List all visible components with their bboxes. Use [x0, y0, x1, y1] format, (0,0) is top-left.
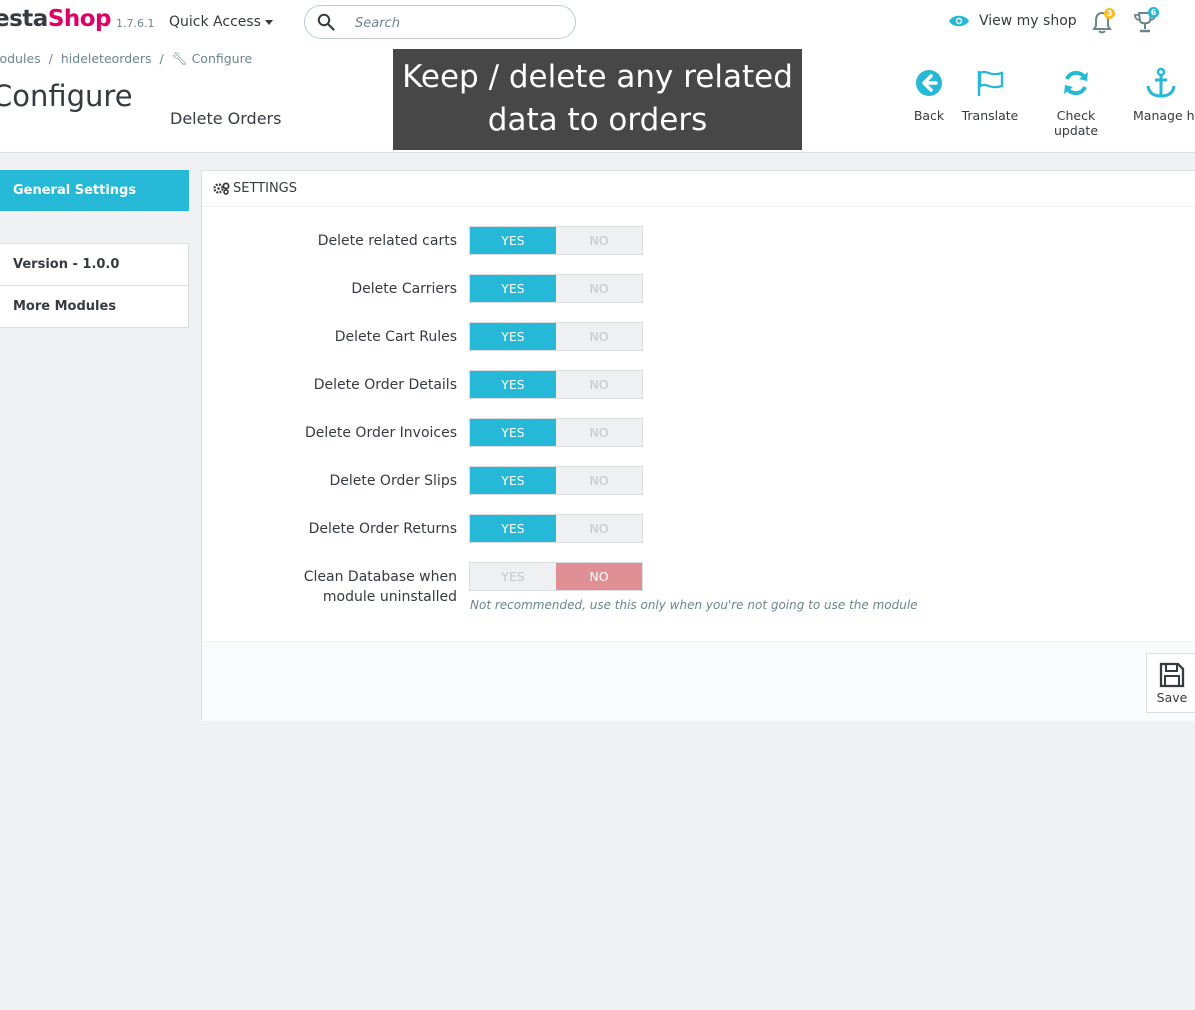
switch-yes[interactable]: YES	[470, 275, 556, 302]
setting-delete-related-carts: Delete related carts YES NO	[202, 226, 1195, 256]
save-button[interactable]: Save	[1146, 653, 1195, 713]
setting-delete-order-slips: Delete Order Slips YES NO	[202, 466, 1195, 496]
settings-panel: SETTINGS Delete related carts YES NO Dele…	[201, 170, 1195, 721]
search-box[interactable]	[304, 5, 576, 39]
switch-no[interactable]: NO	[556, 323, 642, 350]
flag-icon	[977, 70, 1004, 96]
wrench-icon: 🔧︎	[171, 51, 188, 66]
gears-icon	[213, 182, 230, 195]
switch-no[interactable]: NO	[556, 467, 642, 494]
caption-overlay: Keep / delete any related data to orders	[393, 49, 802, 150]
caret-down-icon	[264, 19, 273, 25]
breadcrumb: lodules / hideleteorders / 🔧︎ Configure	[0, 51, 252, 67]
switch-no[interactable]: NO	[556, 227, 642, 254]
switch-yes[interactable]: YES	[470, 419, 556, 446]
setting-delete-order-details: Delete Order Details YES NO	[202, 370, 1195, 400]
sidebar-item-more-modules[interactable]: More Modules	[0, 285, 188, 327]
help-text: Not recommended, use this only when you'…	[470, 598, 918, 612]
check-update-button[interactable]: Check update	[1033, 66, 1119, 138]
arrow-left-circle-icon	[916, 70, 942, 96]
breadcrumb-modules[interactable]: lodules	[0, 51, 41, 66]
sidebar-item-general-settings[interactable]: General Settings	[0, 170, 189, 211]
switch-no[interactable]: NO	[556, 563, 642, 590]
back-button[interactable]: Back	[909, 66, 949, 123]
switch-yes[interactable]: YES	[470, 515, 556, 542]
setting-delete-order-invoices: Delete Order Invoices YES NO	[202, 418, 1195, 448]
manage-hooks-button[interactable]: Manage h	[1133, 66, 1195, 123]
switch-delete-order-details[interactable]: YES NO	[469, 370, 643, 399]
eye-icon	[949, 15, 969, 27]
switch-delete-related-carts[interactable]: YES NO	[469, 226, 643, 255]
translate-button[interactable]: Translate	[958, 66, 1022, 123]
setting-delete-carriers: Delete Carriers YES NO	[202, 274, 1195, 304]
page-title: Configure	[0, 79, 133, 113]
floppy-disk-icon	[1159, 662, 1185, 688]
view-my-shop-link[interactable]: View my shop	[948, 13, 1077, 29]
switch-yes[interactable]: YES	[470, 563, 556, 590]
notifications-badge: 3	[1104, 8, 1115, 19]
sidebar-item-version[interactable]: Version - 1.0.0	[0, 244, 188, 285]
switch-no[interactable]: NO	[556, 275, 642, 302]
search-input[interactable]	[353, 12, 557, 34]
switch-yes[interactable]: YES	[470, 323, 556, 350]
switch-delete-cart-rules[interactable]: YES NO	[469, 322, 643, 351]
anchor-icon	[1146, 67, 1176, 98]
switch-delete-order-invoices[interactable]: YES NO	[469, 418, 643, 447]
refresh-icon	[1064, 70, 1088, 96]
setting-delete-cart-rules: Delete Cart Rules YES NO	[202, 322, 1195, 352]
switch-delete-order-slips[interactable]: YES NO	[469, 466, 643, 495]
prestashop-logo[interactable]: estaShop	[0, 6, 112, 32]
switch-delete-carriers[interactable]: YES NO	[469, 274, 643, 303]
switch-clean-database[interactable]: YES NO	[469, 562, 643, 591]
switch-delete-order-returns[interactable]: YES NO	[469, 514, 643, 543]
trophy-badge: 6	[1148, 7, 1159, 18]
page-subtitle: Delete Orders	[170, 109, 282, 128]
switch-no[interactable]: NO	[556, 371, 642, 398]
breadcrumb-configure: Configure	[191, 51, 253, 66]
sidebar-list: Version - 1.0.0 More Modules	[0, 243, 189, 328]
switch-yes[interactable]: YES	[470, 371, 556, 398]
quick-access-menu[interactable]: Quick Access	[169, 14, 273, 30]
search-icon	[317, 13, 335, 31]
switch-no[interactable]: NO	[556, 419, 642, 446]
version-label: 1.7.6.1	[116, 17, 155, 30]
breadcrumb-module[interactable]: hideleteorders	[61, 51, 152, 66]
panel-header: SETTINGS	[202, 171, 1195, 207]
switch-yes[interactable]: YES	[470, 467, 556, 494]
switch-yes[interactable]: YES	[470, 227, 556, 254]
setting-delete-order-returns: Delete Order Returns YES NO	[202, 514, 1195, 544]
switch-no[interactable]: NO	[556, 515, 642, 542]
panel-footer	[202, 641, 1195, 721]
